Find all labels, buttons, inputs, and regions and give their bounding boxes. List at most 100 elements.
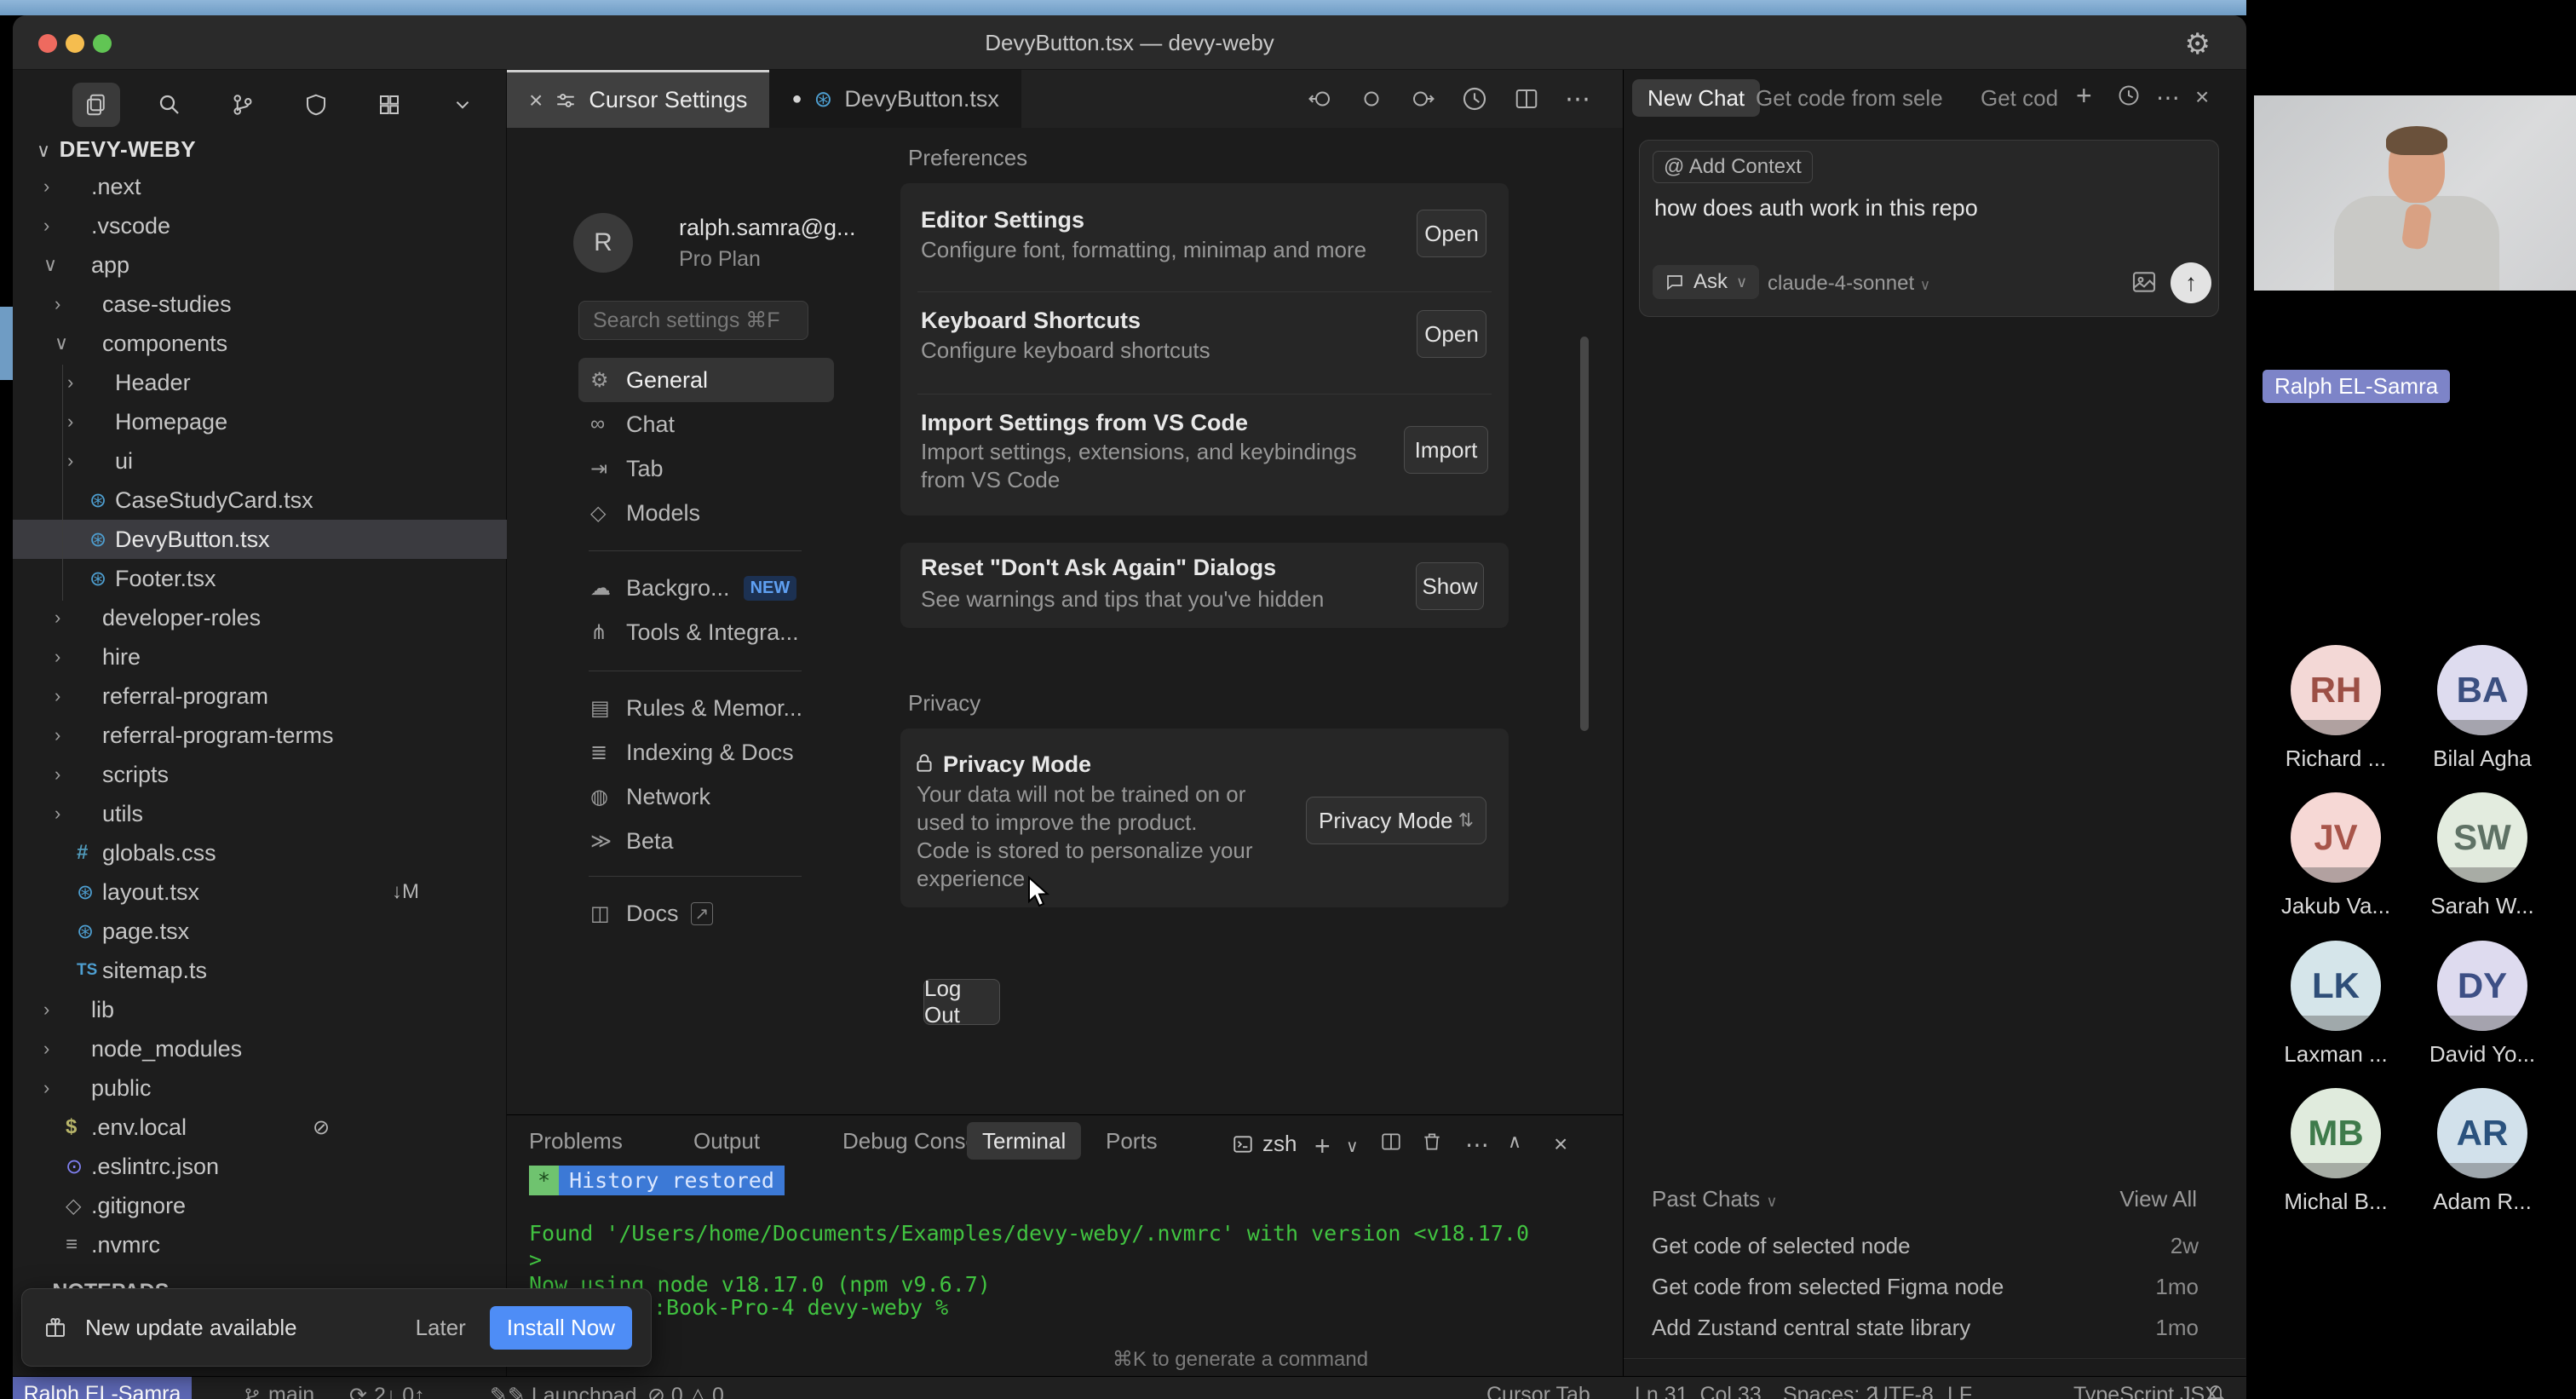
tab-ports[interactable]: Ports [1106, 1115, 1158, 1166]
status-right-item[interactable]: UTF-8 [1873, 1383, 1934, 1399]
scrollbar[interactable] [1580, 337, 1589, 731]
participant[interactable]: SW Sarah W... [2408, 792, 2556, 919]
tree-row[interactable]: › hire [13, 637, 507, 676]
sidebar-item-docs[interactable]: ◫ Docs ↗ [578, 891, 834, 936]
tree-row[interactable]: ⊛ layout.tsx ↓M [13, 872, 507, 912]
show-button[interactable]: Show [1416, 562, 1484, 610]
view-all-link[interactable]: View All [2119, 1186, 2197, 1212]
status-right-item[interactable]: Ln 31, Col 33 [1635, 1383, 1762, 1399]
settings-nav-item[interactable]: ≫ Beta [578, 819, 834, 863]
model-dropdown[interactable]: claude-4-sonnet ∨ [1768, 272, 1930, 296]
tree-row[interactable]: ⊙ .eslintrc.json [13, 1147, 507, 1186]
tree-row[interactable]: › utils [13, 794, 507, 833]
gear-icon[interactable]: ⚙ [2185, 27, 2211, 61]
search-icon[interactable] [146, 83, 193, 127]
tree-row[interactable]: ⊛ DevyButton.tsx [13, 520, 507, 559]
search-settings-input[interactable]: Search settings ⌘F [578, 301, 808, 340]
split-terminal-icon[interactable] [1380, 1131, 1402, 1153]
later-button[interactable]: Later [416, 1315, 466, 1341]
presenter-webcam[interactable] [2254, 95, 2576, 291]
bell-icon[interactable] [2205, 1383, 2226, 1399]
image-icon[interactable] [2130, 268, 2158, 296]
close-panel-icon[interactable]: × [1554, 1131, 1567, 1158]
tree-row[interactable]: › .vscode [13, 206, 507, 245]
extensions-icon[interactable] [365, 83, 413, 127]
tab-devybutton[interactable]: ● ⊛ DevyButton.tsx [769, 70, 1021, 128]
log-out-button[interactable]: Log Out [923, 979, 1000, 1025]
status-right-item[interactable]: TypeScript JSX [2073, 1383, 2219, 1399]
tree-row[interactable]: › node_modules [13, 1029, 507, 1068]
tree-row[interactable]: › case-studies [13, 285, 507, 324]
tree-row[interactable]: › ui [13, 441, 507, 481]
past-chats-header[interactable]: Past Chats ∨ [1652, 1186, 1778, 1212]
tab-new-chat[interactable]: New Chat [1632, 79, 1760, 117]
tab-output[interactable]: Output [693, 1115, 760, 1166]
tab-cursor-settings[interactable]: × Cursor Settings [507, 70, 769, 128]
history-icon[interactable] [2117, 83, 2141, 107]
participant[interactable]: MB Michal B... [2262, 1088, 2410, 1215]
nav-back-icon[interactable] [1308, 86, 1333, 112]
shell-selector[interactable]: zsh [1232, 1131, 1297, 1157]
tree-row[interactable]: › lib [13, 990, 507, 1029]
more-actions-icon[interactable]: ⋯ [1565, 84, 1590, 114]
participant[interactable]: LK Laxman ... [2262, 941, 2410, 1068]
sync-item[interactable]: ⟳ 2↓ 0↑ [349, 1383, 425, 1399]
settings-nav-item[interactable]: ⋔ Tools & Integra... [578, 610, 834, 654]
settings-nav-item[interactable]: ≣ Indexing & Docs [578, 730, 834, 774]
tree-row[interactable]: ∨ app [13, 245, 507, 285]
past-chat-item[interactable]: Get code of selected node 2w [1652, 1225, 2199, 1266]
tree-row[interactable]: › .next [13, 167, 507, 206]
ask-mode-dropdown[interactable]: Ask ∨ [1653, 265, 1759, 299]
settings-nav-item[interactable]: ▤ Rules & Memor... [578, 686, 834, 730]
chat-message-input[interactable]: how does auth work in this repo [1654, 195, 1978, 222]
split-editor-icon[interactable] [1514, 86, 1539, 112]
privacy-mode-select[interactable]: Privacy Mode ⇅ [1306, 797, 1486, 844]
tab-get-code[interactable]: Get cod [1981, 79, 2061, 117]
status-user-badge[interactable]: Ralph EL-Samra [13, 1377, 192, 1399]
tree-row[interactable]: ◇ .gitignore [13, 1186, 507, 1225]
participant[interactable]: AR Adam R... [2408, 1088, 2556, 1215]
tree-row[interactable]: › scripts [13, 755, 507, 794]
tree-row[interactable]: ⊛ Footer.tsx [13, 559, 507, 598]
settings-nav-item[interactable]: ◍ Network [578, 774, 834, 819]
tree-row[interactable]: TS sitemap.ts [13, 951, 507, 990]
files-icon[interactable] [72, 83, 120, 127]
settings-nav-item[interactable]: ⇥ Tab [578, 446, 834, 491]
settings-nav-item[interactable]: ☁ Backgro... NEW [578, 566, 834, 610]
participant[interactable]: BA Bilal Agha [2408, 645, 2556, 772]
tree-row[interactable]: ≡ .nvmrc [13, 1225, 507, 1264]
tree-row[interactable]: › referral-program-terms [13, 716, 507, 755]
tree-row[interactable]: › Header [13, 363, 507, 402]
settings-nav-item[interactable]: ⚙ General [578, 358, 834, 402]
tree-row[interactable]: $ .env.local ⊘ [13, 1108, 507, 1147]
status-right-item[interactable]: Spaces: 2 [1783, 1383, 1877, 1399]
close-icon[interactable]: × [2195, 83, 2209, 111]
chat-input-card[interactable]: @ Add Context how does auth work in this… [1639, 140, 2219, 317]
editor-settings-open-button[interactable]: Open [1417, 210, 1486, 257]
past-chat-item[interactable]: Add Zustand central state library 1mo [1652, 1307, 2199, 1348]
git-branch-item[interactable]: main [243, 1383, 314, 1399]
status-right-item[interactable]: LF [1947, 1383, 1972, 1399]
tab-problems[interactable]: Problems [529, 1115, 623, 1166]
import-button[interactable]: Import [1404, 426, 1488, 474]
participant[interactable]: JV Jakub Va... [2262, 792, 2410, 919]
nav-dot-icon[interactable] [1359, 86, 1384, 112]
source-control-icon[interactable] [219, 83, 267, 127]
tab-terminal[interactable]: Terminal [967, 1122, 1081, 1160]
tree-row[interactable]: › public [13, 1068, 507, 1108]
close-icon[interactable]: × [529, 87, 543, 114]
status-right-item[interactable]: Cursor Tab [1486, 1383, 1590, 1399]
chevron-down-icon[interactable]: ∨ [1346, 1136, 1359, 1157]
keyboard-shortcuts-open-button[interactable]: Open [1417, 310, 1486, 358]
chevron-down-icon[interactable] [439, 83, 486, 127]
trash-icon[interactable] [1421, 1131, 1443, 1153]
send-button[interactable]: ↑ [2171, 262, 2211, 303]
tab-get-code-selection[interactable]: Get code from sele [1756, 79, 1948, 117]
install-now-button[interactable]: Install Now [490, 1306, 632, 1350]
tree-row[interactable]: › referral-program [13, 676, 507, 716]
more-icon[interactable]: ⋯ [2156, 83, 2180, 112]
more-icon[interactable]: ⋯ [1465, 1131, 1489, 1159]
tree-row[interactable]: › developer-roles [13, 598, 507, 637]
timeline-icon[interactable] [1461, 85, 1488, 112]
participant[interactable]: DY David Yo... [2408, 941, 2556, 1068]
